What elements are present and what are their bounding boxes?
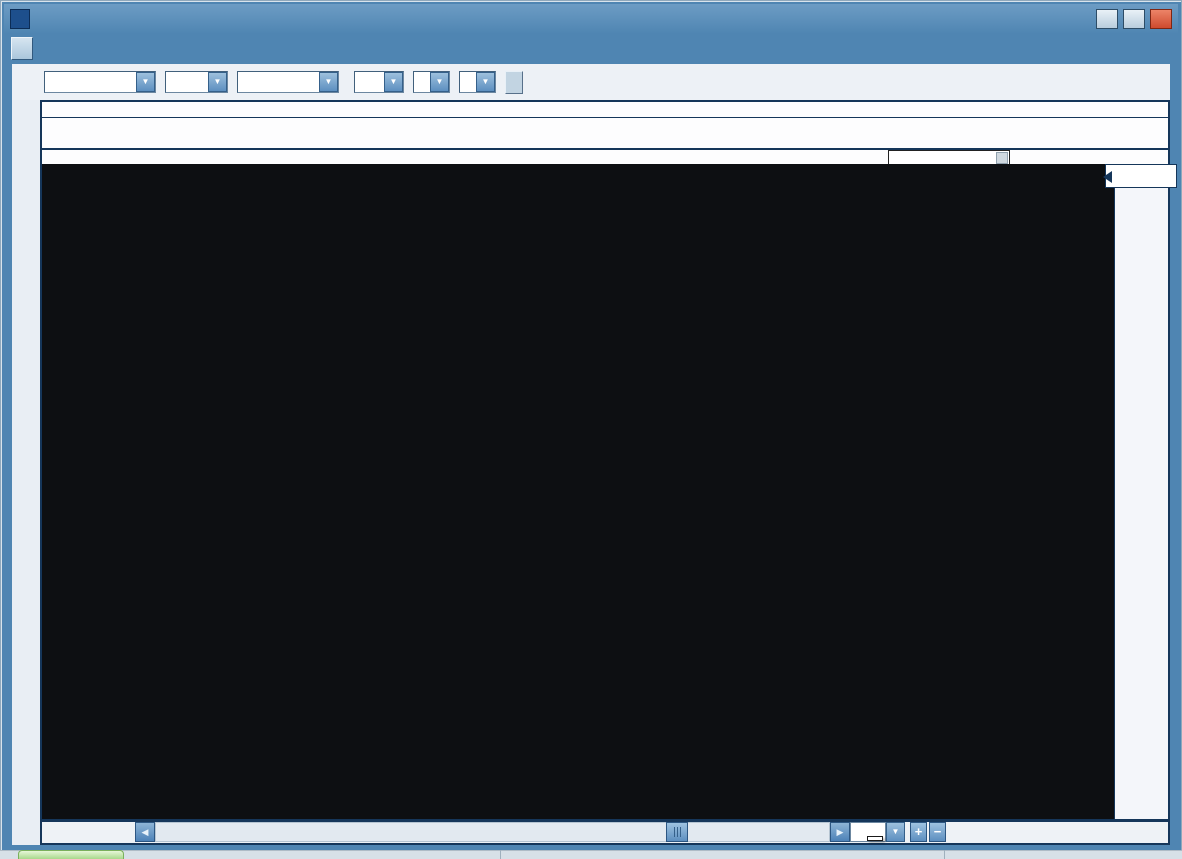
timeframe-combo[interactable]: ▼ <box>165 71 228 93</box>
input-method-tooltip <box>867 836 883 841</box>
minimize-button[interactable] <box>1096 9 1118 29</box>
chevron-down-icon[interactable]: ▼ <box>476 72 495 92</box>
zoom-out-button[interactable]: − <box>929 822 946 842</box>
subchart-window: ▼ ▼ ▼ ▼ ▼ ▼ <box>0 0 1182 851</box>
top-strip <box>11 34 1171 64</box>
chevron-down-icon[interactable]: ▼ <box>208 72 227 92</box>
price-axis <box>1114 164 1168 819</box>
chart-frame: ◀ ▶ ▼ + − <box>40 100 1170 845</box>
scroll-right-button[interactable]: ▶ <box>830 822 850 842</box>
chevron-down-icon[interactable]: ▼ <box>430 72 449 92</box>
price-pointer-tag <box>1105 164 1177 188</box>
close-button[interactable] <box>1150 9 1172 29</box>
drawing-tool-strip <box>12 100 40 845</box>
zoom-in-button[interactable]: + <box>910 822 927 842</box>
chart-plot-area[interactable] <box>42 164 1114 819</box>
chevron-down-icon[interactable]: ▼ <box>136 72 155 92</box>
maximize-button[interactable] <box>1123 9 1145 29</box>
time-axis <box>42 148 1168 163</box>
taskbar <box>0 850 1182 859</box>
chevron-down-icon[interactable]: ▼ <box>384 72 403 92</box>
chart-toolbar: ▼ ▼ ▼ ▼ ▼ ▼ <box>12 64 1170 100</box>
chart-style-value <box>238 72 319 92</box>
app-icon <box>10 9 30 29</box>
extra-combo-3[interactable]: ▼ <box>459 71 496 93</box>
indicator-info-lines <box>42 118 1168 148</box>
search-button[interactable] <box>505 71 523 94</box>
bar-count-dropdown-icon[interactable]: ▼ <box>886 822 905 842</box>
extra-combo-2[interactable]: ▼ <box>413 71 450 93</box>
scrollbar-track[interactable] <box>155 822 830 842</box>
bottom-status-bar: ◀ ▶ ▼ + − <box>42 819 1168 843</box>
chevron-down-icon[interactable]: ▼ <box>319 72 338 92</box>
candlestick-chart-canvas[interactable] <box>42 164 1114 819</box>
taskbar-green-tab[interactable] <box>18 850 124 859</box>
symbol-combo[interactable]: ▼ <box>44 71 156 93</box>
cursor-ohlc-line <box>42 102 1168 118</box>
chart-style-combo[interactable]: ▼ <box>237 71 339 93</box>
chart-count-toggle-button[interactable] <box>11 37 33 60</box>
client-area: ▼ ▼ ▼ ▼ ▼ ▼ <box>12 64 1170 845</box>
symbol-value <box>45 72 136 92</box>
scroll-left-button[interactable]: ◀ <box>135 822 155 842</box>
range-ohlc <box>47 825 135 839</box>
title-bar[interactable] <box>4 4 1178 34</box>
scrollbar-thumb[interactable] <box>666 822 688 842</box>
datebox-handle-icon[interactable] <box>996 152 1008 164</box>
extra-combo-1[interactable]: ▼ <box>354 71 404 93</box>
timeframe-value <box>166 72 208 92</box>
